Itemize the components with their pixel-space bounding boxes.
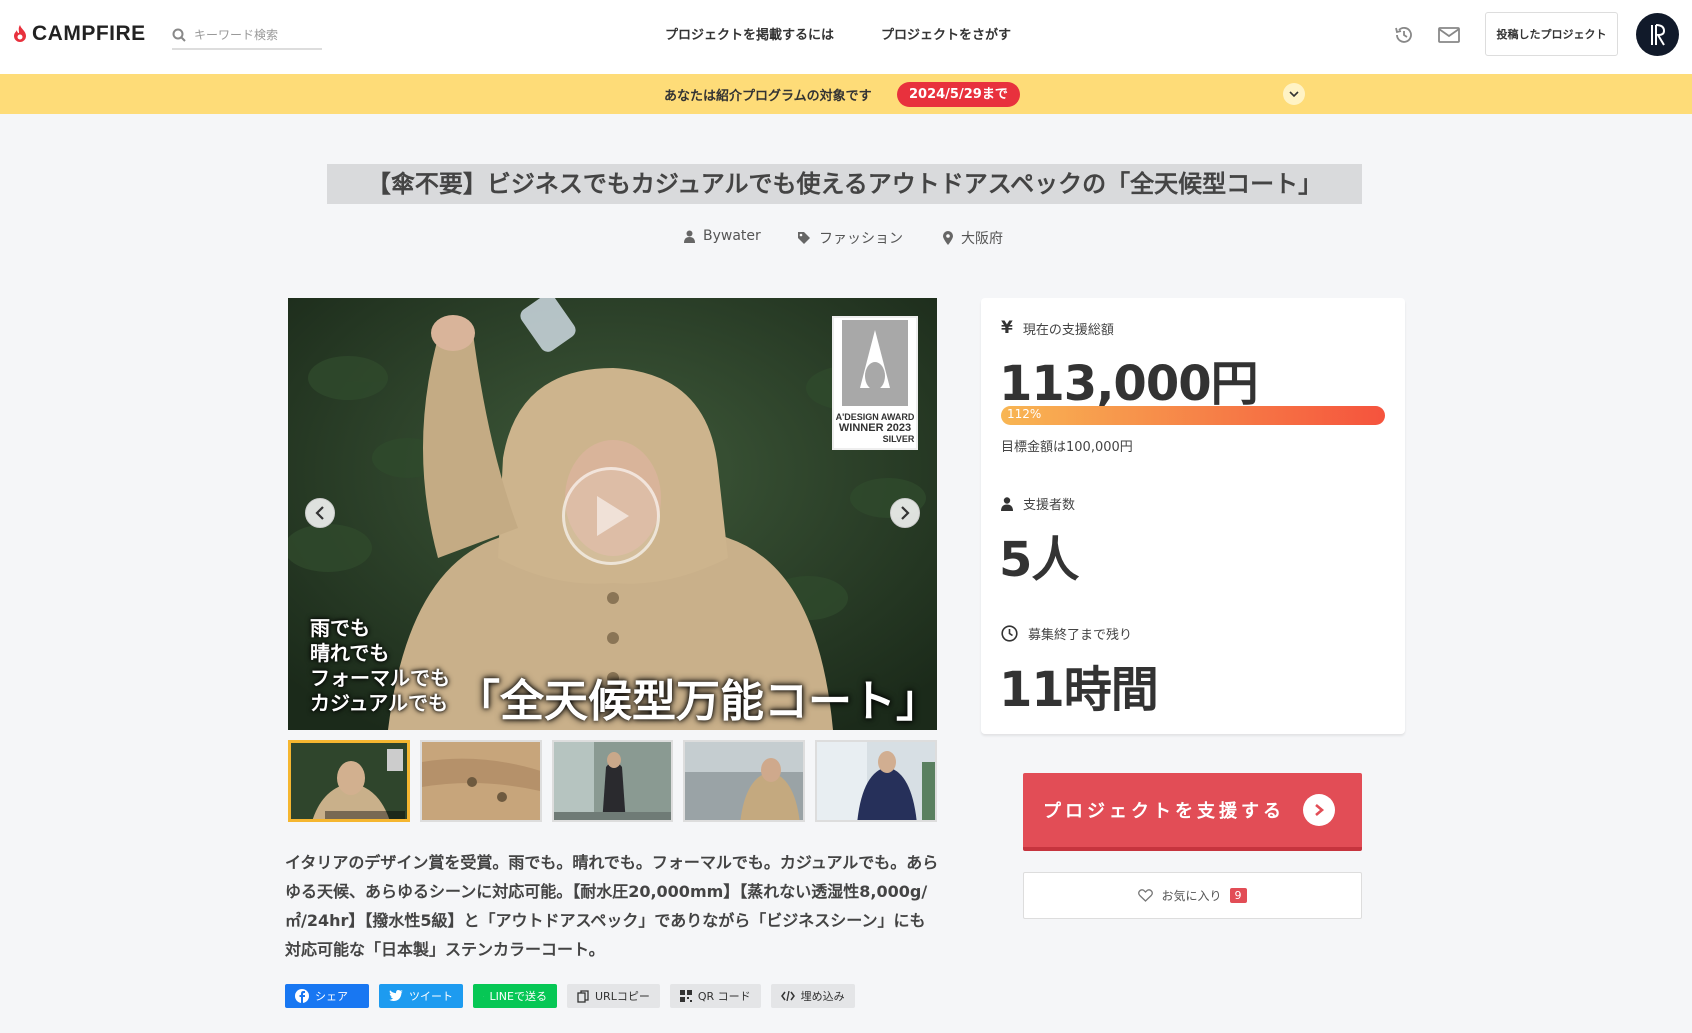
project-title: 【傘不要】ビジネスでもカジュアルでも使えるアウトドアスペックの「全天候型コート」 — [327, 164, 1362, 204]
favorite-count-badge: 9 — [1229, 888, 1247, 903]
category-name: ファッション — [819, 231, 903, 247]
goal-amount: 目標金額は100,000円 — [1001, 440, 1133, 455]
carousel-prev-button[interactable] — [305, 498, 335, 528]
campfire-logo[interactable]: CAMPFIRE — [12, 22, 146, 46]
user-logo-icon — [1650, 23, 1665, 46]
referral-text: あなたは紹介プログラムの対象です — [664, 89, 872, 104]
carousel-next-button[interactable] — [890, 498, 920, 528]
design-award-badge: A'DESIGN AWARD WINNER 2023 SILVER — [832, 316, 918, 450]
nav-find-projects[interactable]: プロジェクトをさがす — [881, 24, 1011, 43]
banner-toggle-button[interactable] — [1283, 83, 1305, 105]
qr-code-icon — [679, 990, 692, 1002]
map-pin-icon — [943, 231, 953, 245]
facebook-icon — [295, 989, 309, 1003]
search-input[interactable] — [194, 28, 314, 42]
arrow-right-icon — [1303, 794, 1335, 826]
code-icon — [780, 991, 795, 1001]
support-project-button[interactable]: プロジェクトを支援する — [1023, 773, 1362, 851]
mail-icon[interactable] — [1436, 22, 1462, 48]
image-caption-left: 雨でも 晴れでも フォーマルでも カジュアルでも — [310, 616, 450, 715]
url-copy-button[interactable]: URLコピー — [567, 984, 660, 1008]
funding-stats-card: ¥ 現在の支援総額 113,000円 112% 目標金額は100,000円 支援… — [981, 298, 1405, 734]
search-icon — [172, 28, 186, 42]
thumbnail-4[interactable] — [683, 740, 806, 822]
play-icon — [597, 496, 629, 536]
twitter-icon — [389, 990, 403, 1001]
line-share-button[interactable]: LINEで送る — [473, 984, 557, 1008]
avatar[interactable] — [1636, 13, 1679, 56]
remaining-time-label: 募集終了まで残り — [1001, 624, 1132, 643]
thumbnail-5[interactable] — [815, 740, 937, 822]
favorite-label: お気に入り — [1161, 889, 1222, 903]
thumbnail-2[interactable] — [419, 740, 542, 822]
project-location[interactable]: 大阪府 — [943, 228, 1003, 248]
location-name: 大阪府 — [961, 231, 1003, 247]
play-video-button[interactable] — [562, 467, 660, 565]
funding-progress-bar: 112% — [1001, 406, 1385, 425]
copy-icon — [577, 989, 589, 1003]
user-icon — [684, 230, 695, 243]
flame-icon — [14, 25, 26, 42]
award-logo-icon — [842, 320, 908, 406]
embed-button[interactable]: 埋め込み — [770, 984, 855, 1008]
project-description: イタリアのデザイン賞を受賞。雨でも。晴れでも。フォーマルでも。カジュアルでも。あ… — [285, 853, 939, 959]
search-box[interactable] — [172, 22, 322, 50]
history-icon[interactable] — [1391, 22, 1417, 48]
project-category[interactable]: ファッション — [797, 228, 903, 248]
remaining-time-value: 11時間 — [999, 662, 1159, 718]
tag-icon — [798, 232, 810, 244]
chevron-left-icon — [315, 506, 324, 520]
clock-icon — [1001, 625, 1018, 642]
twitter-share-button[interactable]: ツイート — [379, 984, 463, 1008]
referral-deadline-badge: 2024/5/29まで — [897, 82, 1020, 107]
nav-how-to-post[interactable]: プロジェクトを掲載するには — [665, 24, 834, 43]
site-header: CAMPFIRE プロジェクトを掲載するには プロジェクトをさがす 投稿したプロ… — [0, 0, 1692, 74]
chevron-down-icon — [1289, 90, 1299, 97]
thumbnail-1[interactable] — [288, 740, 410, 822]
total-amount-value: 113,000円 — [999, 356, 1259, 412]
supporters-label: 支援者数 — [1001, 494, 1075, 513]
total-amount-label: ¥ 現在の支援総額 — [1001, 318, 1114, 338]
facebook-share-button[interactable]: シェア — [285, 984, 369, 1008]
yen-icon: ¥ — [1001, 318, 1013, 338]
progress-percent: 112% — [1007, 407, 1042, 421]
owner-name: Bywater — [703, 228, 761, 244]
award-text: A'DESIGN AWARD WINNER 2023 SILVER — [835, 412, 915, 444]
share-bar: シェア ツイート LINEで送る URLコピー QR コード 埋め込み — [285, 984, 855, 1008]
chevron-right-icon — [901, 506, 910, 520]
referral-banner: あなたは紹介プログラムの対象です 2024/5/29まで — [0, 74, 1692, 114]
user-icon — [1001, 496, 1013, 511]
thumbnail-strip — [288, 740, 937, 822]
logo-text: CAMPFIRE — [32, 22, 146, 45]
supporters-value: 5人 — [999, 532, 1079, 588]
heart-icon — [1138, 889, 1154, 902]
project-owner[interactable]: Bywater — [684, 228, 761, 244]
support-button-label: プロジェクトを支援する — [1043, 801, 1285, 822]
thumbnail-3[interactable] — [551, 740, 674, 822]
posted-projects-button[interactable]: 投稿したプロジェクト — [1485, 12, 1618, 56]
favorite-button[interactable]: お気に入り 9 — [1023, 872, 1362, 919]
qr-code-button[interactable]: QR コード — [669, 984, 761, 1008]
image-caption-main: 「全天候型万能コート」 — [456, 676, 940, 727]
